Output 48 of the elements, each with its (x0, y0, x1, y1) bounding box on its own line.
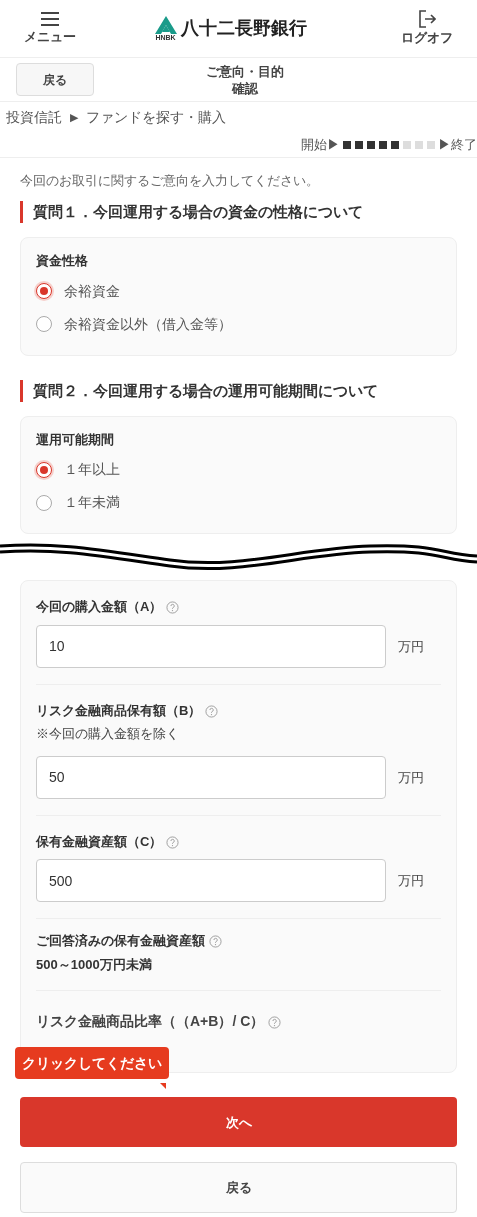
help-icon[interactable] (209, 935, 222, 949)
question-heading: 質問１．今回運用する場合の資金の性格について (20, 200, 457, 223)
amount-field[interactable]: 500 (36, 859, 386, 903)
radio-label: 余裕資金 (64, 281, 120, 301)
question-heading: 質問２．今回運用する場合の運用可能期間について (20, 379, 457, 402)
tooltip: クリックしてください (15, 1047, 169, 1080)
logo-icon (154, 16, 177, 34)
tooltip-pointer (160, 1083, 166, 1090)
breadcrumb-item: ファンドを探す・購入 (86, 107, 226, 127)
unit-label: 万円 (398, 872, 424, 890)
field-label: 保有金融資産額（C） (36, 833, 163, 849)
breadcrumb-item: 投資信託 (6, 107, 62, 127)
logout-button[interactable]: ログオフ (401, 9, 453, 48)
radio-button[interactable] (36, 461, 52, 478)
field-label: 今回の購入金額（A） (36, 599, 163, 615)
help-icon[interactable] (268, 1016, 282, 1030)
bank-name: 八十二長野銀行 (180, 17, 307, 40)
back-button[interactable]: 戻る (20, 1162, 457, 1214)
amount-field[interactable]: 10 (36, 624, 386, 668)
radio-label: 余裕資金以外（借入金等） (64, 314, 232, 334)
field-label: リスク金融商品比率（（A+B）/ C） (36, 1013, 265, 1030)
progress-start: 開始▶ (301, 135, 340, 154)
next-button[interactable]: 次へ (20, 1097, 457, 1148)
menu-icon (40, 10, 60, 27)
intro-text: 今回のお取引に関するご意向を入力してください。 (20, 173, 320, 190)
field-note: ※今回の購入金額を除く (36, 725, 180, 744)
radio-label: １年未満 (64, 493, 120, 513)
question-label: 資金性格 (36, 252, 89, 270)
unit-label: 万円 (398, 637, 424, 656)
radio-button[interactable] (36, 316, 52, 332)
back-button[interactable]: 戻る (16, 63, 94, 96)
help-icon[interactable] (166, 601, 180, 615)
radio-button[interactable] (36, 494, 52, 511)
field-label: リスク金融商品保有額（B） (36, 702, 202, 718)
page-title: ご意向・目的 確認 (205, 62, 285, 97)
unit-label: 万円 (398, 768, 424, 787)
logout-icon (418, 9, 436, 28)
menu-button[interactable]: メニュー (24, 10, 76, 47)
field-label: ご回答済みの保有金融資産額 (36, 933, 205, 949)
help-icon[interactable] (166, 835, 180, 849)
radio-button[interactable] (36, 283, 52, 299)
amount-field[interactable]: 50 (36, 755, 386, 799)
progress-end: ▶終了 (438, 135, 477, 154)
question-label: 運用可能期間 (36, 431, 115, 449)
breadcrumb-separator: ▶ (70, 109, 78, 125)
help-icon[interactable] (205, 704, 219, 718)
radio-label: １年以上 (64, 460, 120, 480)
field-value: 500～1000万円未満 (36, 955, 153, 974)
